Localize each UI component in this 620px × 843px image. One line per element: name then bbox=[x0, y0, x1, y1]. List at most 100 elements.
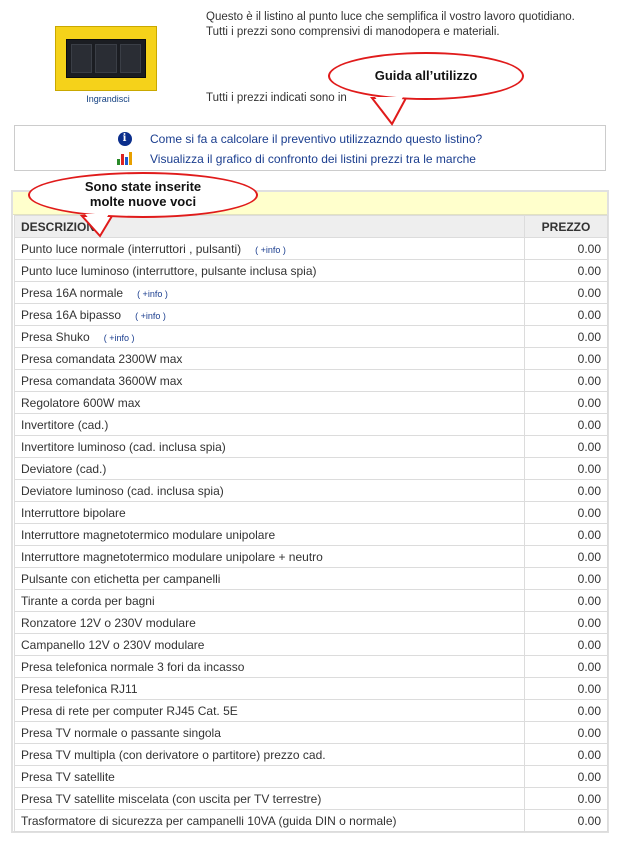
row-description-text: Campanello 12V o 230V modulare bbox=[21, 637, 205, 652]
row-description-text: Regolatore 600W max bbox=[21, 395, 141, 410]
row-price: 0.00 bbox=[524, 589, 608, 612]
table-row: Interruttore bipolare 0.00 bbox=[14, 501, 608, 524]
new-items-callout: Sono state inserite molte nuove voci bbox=[28, 172, 258, 218]
row-price: 0.00 bbox=[524, 787, 608, 810]
row-description-text: Presa TV satellite miscelata (con uscita… bbox=[21, 791, 322, 806]
intro-text-2: Tutti i prezzi sono comprensivi di manod… bbox=[206, 26, 500, 38]
table-row: Interruttore magnetotermico modulare uni… bbox=[14, 545, 608, 568]
table-row: Punto luce normale (interruttori , pulsa… bbox=[14, 237, 608, 260]
row-description: Invertitore luminoso (cad. inclusa spia) bbox=[14, 435, 525, 458]
table-row: Presa comandata 2300W max 0.00 bbox=[14, 347, 608, 370]
row-description: Trasformatore di sicurezza per campanell… bbox=[14, 809, 525, 832]
row-price: 0.00 bbox=[524, 721, 608, 744]
row-description-text: Ronzatore 12V o 230V modulare bbox=[21, 615, 196, 630]
help-link-row[interactable]: i Come si fa a calcolare il preventivo u… bbox=[117, 131, 482, 146]
row-description: Punto luce normale (interruttori , pulsa… bbox=[14, 237, 525, 260]
row-description: Presa Shuko ( +info ) bbox=[14, 325, 525, 348]
row-price: 0.00 bbox=[524, 237, 608, 260]
row-price: 0.00 bbox=[524, 545, 608, 568]
calc-guide-link[interactable]: Come si fa a calcolare il preventivo uti… bbox=[150, 132, 482, 146]
row-description: Deviatore (cad.) bbox=[14, 457, 525, 480]
table-row: Interruttore magnetotermico modulare uni… bbox=[14, 523, 608, 546]
row-price: 0.00 bbox=[524, 281, 608, 304]
row-description-text: Interruttore bipolare bbox=[21, 505, 126, 520]
switch-plate-image bbox=[66, 39, 146, 78]
row-description-text: Deviatore (cad.) bbox=[21, 461, 107, 476]
table-row: Presa di rete per computer RJ45 Cat. 5E 0… bbox=[14, 699, 608, 722]
new-items-line1: Sono state inserite bbox=[84, 179, 202, 194]
row-price: 0.00 bbox=[524, 259, 608, 282]
row-price: 0.00 bbox=[524, 325, 608, 348]
bar-chart-icon bbox=[117, 151, 132, 166]
row-price: 0.00 bbox=[524, 633, 608, 656]
row-price: 0.00 bbox=[524, 435, 608, 458]
row-description: Invertitore (cad.) bbox=[14, 413, 525, 436]
table-row: Deviatore luminoso (cad. inclusa spia) 0.… bbox=[14, 479, 608, 502]
table-row: Ronzatore 12V o 230V modulare 0.00 bbox=[14, 611, 608, 634]
row-price: 0.00 bbox=[524, 743, 608, 766]
row-price: 0.00 bbox=[524, 391, 608, 414]
table-row: Campanello 12V o 230V modulare 0.00 bbox=[14, 633, 608, 656]
row-description: Regolatore 600W max bbox=[14, 391, 525, 414]
row-description-text: Presa telefonica normale 3 fori da incas… bbox=[21, 659, 245, 674]
row-description-text: Presa di rete per computer RJ45 Cat. 5E bbox=[21, 703, 238, 718]
more-info-link[interactable]: ( +info ) bbox=[104, 333, 135, 343]
table-row: Tirante a corda per bagni 0.00 bbox=[14, 589, 608, 612]
row-price: 0.00 bbox=[524, 479, 608, 502]
row-price: 0.00 bbox=[524, 809, 608, 832]
row-description-text: Presa TV satellite bbox=[21, 769, 115, 784]
row-price: 0.00 bbox=[524, 677, 608, 700]
row-description: Presa TV normale o passante singola bbox=[14, 721, 525, 744]
row-description-text: Presa TV multipla (con derivatore o part… bbox=[21, 747, 326, 762]
row-price: 0.00 bbox=[524, 369, 608, 392]
table-row: Punto luce luminoso (interruttore, pulsa… bbox=[14, 259, 608, 282]
table-row: Presa telefonica RJ11 0.00 bbox=[14, 677, 608, 700]
row-description-text: Presa comandata 3600W max bbox=[21, 373, 183, 388]
row-description: Punto luce luminoso (interruttore, pulsa… bbox=[14, 259, 525, 282]
guide-callout: Guida all’utilizzo bbox=[328, 52, 524, 100]
table-row: Presa comandata 3600W max 0.00 bbox=[14, 369, 608, 392]
intro-text-1: Questo è il listino al punto luce che se… bbox=[206, 11, 575, 23]
table-row: Invertitore luminoso (cad. inclusa spia)… bbox=[14, 435, 608, 458]
more-info-link[interactable]: ( +info ) bbox=[255, 245, 286, 255]
row-description-text: Deviatore luminoso (cad. inclusa spia) bbox=[21, 483, 224, 498]
row-description: Deviatore luminoso (cad. inclusa spia) bbox=[14, 479, 525, 502]
product-thumbnail[interactable] bbox=[55, 26, 157, 91]
row-description: Presa TV satellite bbox=[14, 765, 525, 788]
row-description: Presa 16A normale ( +info ) bbox=[14, 281, 525, 304]
table-row: Presa telefonica normale 3 fori da incas… bbox=[14, 655, 608, 678]
table-row: Trasformatore di sicurezza per campanell… bbox=[14, 809, 608, 832]
row-price: 0.00 bbox=[524, 765, 608, 788]
compare-chart-link[interactable]: Visualizza il grafico di confronto dei l… bbox=[150, 152, 476, 166]
help-links-box: i Come si fa a calcolare il preventivo u… bbox=[14, 125, 606, 171]
row-description-text: Invertitore (cad.) bbox=[21, 417, 109, 432]
row-description-text: Interruttore magnetotermico modulare uni… bbox=[21, 549, 323, 564]
row-description-text: Interruttore magnetotermico modulare uni… bbox=[21, 527, 276, 542]
row-description: Interruttore bipolare bbox=[14, 501, 525, 524]
table-row: Deviatore (cad.) 0.00 bbox=[14, 457, 608, 480]
row-price: 0.00 bbox=[524, 347, 608, 370]
more-info-link[interactable]: ( +info ) bbox=[135, 311, 166, 321]
row-description-text: Presa TV normale o passante singola bbox=[21, 725, 221, 740]
row-description: Tirante a corda per bagni bbox=[14, 589, 525, 612]
table-row: Invertitore (cad.) 0.00 bbox=[14, 413, 608, 436]
row-description: Presa TV satellite miscelata (con uscita… bbox=[14, 787, 525, 810]
table-row: Presa TV normale o passante singola 0.00 bbox=[14, 721, 608, 744]
table-row: Presa TV satellite 0.00 bbox=[14, 765, 608, 788]
more-info-link[interactable]: ( +info ) bbox=[137, 289, 168, 299]
chart-link-row[interactable]: Visualizza il grafico di confronto dei l… bbox=[117, 151, 476, 166]
info-icon: i bbox=[117, 131, 132, 146]
guide-callout-text: Guida all’utilizzo bbox=[374, 68, 478, 83]
row-price: 0.00 bbox=[524, 567, 608, 590]
row-price: 0.00 bbox=[524, 655, 608, 678]
price-table: DESCRIZIONE PREZZO Punto luce normale (i… bbox=[14, 215, 608, 832]
table-header-row: DESCRIZIONE PREZZO bbox=[14, 215, 608, 238]
row-price: 0.00 bbox=[524, 457, 608, 480]
row-description-text: Presa Shuko bbox=[21, 329, 90, 344]
col-description-header: DESCRIZIONE bbox=[14, 215, 525, 238]
enlarge-link[interactable]: Ingrandisci bbox=[55, 94, 161, 104]
row-description: Interruttore magnetotermico modulare uni… bbox=[14, 545, 525, 568]
row-description: Presa comandata 3600W max bbox=[14, 369, 525, 392]
intro-text-3: Tutti i prezzi indicati sono in bbox=[206, 92, 347, 104]
row-description: Pulsante con etichetta per campanelli bbox=[14, 567, 525, 590]
